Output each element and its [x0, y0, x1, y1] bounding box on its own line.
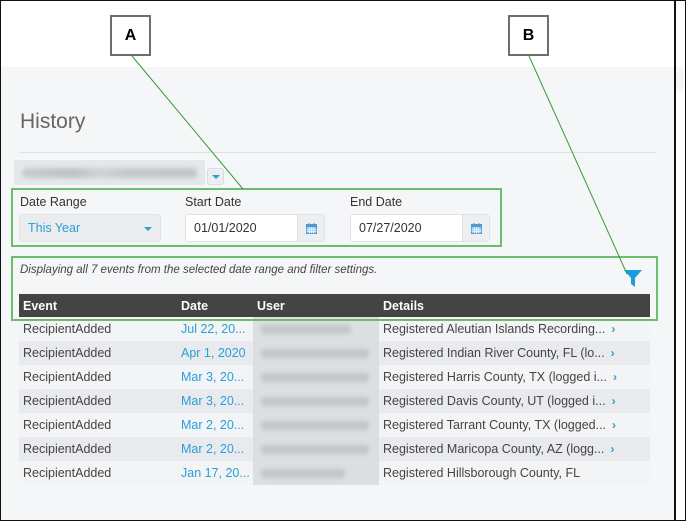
- filter-icon: [624, 270, 642, 287]
- table-row[interactable]: RecipientAdded Jul 22, 20... Registered Al…: [19, 317, 650, 341]
- calendar-icon: [305, 222, 317, 234]
- redacted-user-name: [261, 325, 351, 334]
- cell-event: RecipientAdded: [23, 418, 112, 432]
- cell-details: Registered Hillsborough County, FL: [379, 466, 650, 480]
- redacted-user-name: [261, 373, 369, 382]
- column-header-user[interactable]: User: [253, 299, 379, 313]
- table-row[interactable]: RecipientAdded Mar 2, 20... Registered Mar…: [19, 437, 650, 461]
- caret-down-icon: [144, 227, 152, 231]
- redacted-user-name: [261, 349, 369, 358]
- cell-event: RecipientAdded: [23, 322, 112, 336]
- cell-user-redacted: [253, 389, 379, 413]
- column-header-date[interactable]: Date: [177, 299, 253, 313]
- details-text: Registered Davis County, UT (logged i...: [383, 394, 606, 408]
- start-date-value: 01/01/2020: [194, 221, 257, 235]
- cell-event: RecipientAdded: [23, 370, 112, 384]
- cell-details: Registered Harris County, TX (logged i..…: [379, 370, 650, 384]
- cell-event: RecipientAdded: [23, 346, 112, 360]
- history-table: Event Date User Details RecipientAdded Ju…: [19, 294, 650, 485]
- end-date-label: End Date: [350, 195, 403, 209]
- column-header-details[interactable]: Details: [379, 299, 650, 313]
- date-range-value: This Year: [28, 221, 81, 235]
- cell-date-link[interactable]: Jan 17, 20...: [177, 466, 253, 480]
- redacted-user-name: [261, 421, 369, 430]
- chevron-right-icon[interactable]: ›: [612, 394, 616, 408]
- cell-date-link[interactable]: Mar 3, 20...: [177, 370, 253, 384]
- frame-border-right: [674, 0, 676, 521]
- cell-date-link[interactable]: Mar 3, 20...: [177, 394, 253, 408]
- cell-event: RecipientAdded: [23, 394, 112, 408]
- details-text: Registered Hillsborough County, FL: [383, 466, 581, 480]
- redacted-user-name: [261, 469, 345, 478]
- cell-details: Registered Aleutian Islands Recording...…: [379, 322, 650, 336]
- chevron-right-icon[interactable]: ›: [612, 418, 616, 432]
- details-text: Registered Aleutian Islands Recording...: [383, 322, 606, 336]
- cell-event: RecipientAdded: [23, 466, 112, 480]
- table-row[interactable]: RecipientAdded Mar 3, 20... Registered Har…: [19, 365, 650, 389]
- callout-a: A: [110, 15, 151, 56]
- chevron-right-icon[interactable]: ›: [613, 370, 617, 384]
- table-row[interactable]: RecipientAdded Apr 1, 2020 Registered Indi…: [19, 341, 650, 365]
- start-date-input[interactable]: 01/01/2020: [185, 214, 325, 242]
- date-range-select[interactable]: This Year: [19, 214, 161, 242]
- cell-event: RecipientAdded: [23, 442, 112, 456]
- date-range-label: Date Range: [20, 195, 87, 209]
- cell-user-redacted: [253, 461, 379, 485]
- cell-user-redacted: [253, 437, 379, 461]
- cell-user-redacted: [253, 341, 379, 365]
- table-row[interactable]: RecipientAdded Jan 17, 20... Registered Hi…: [19, 461, 650, 485]
- callout-b-label: B: [522, 26, 535, 44]
- cell-user-redacted: [253, 413, 379, 437]
- filter-button[interactable]: [622, 267, 644, 289]
- cell-date-link[interactable]: Jul 22, 20...: [177, 322, 253, 336]
- cell-details: Registered Maricopa County, AZ (logg... ›: [379, 442, 650, 456]
- page-title: History: [20, 110, 86, 133]
- caret-down-icon: [211, 174, 220, 179]
- cell-user-redacted: [253, 317, 379, 341]
- chevron-right-icon[interactable]: ›: [611, 346, 615, 360]
- table-row[interactable]: RecipientAdded Mar 2, 20... Registered Tar…: [19, 413, 650, 437]
- table-body: RecipientAdded Jul 22, 20... Registered Al…: [19, 317, 650, 485]
- cell-date-link[interactable]: Mar 2, 20...: [177, 442, 253, 456]
- start-date-label: Start Date: [185, 195, 242, 209]
- account-selector-toggle[interactable]: [207, 168, 224, 185]
- title-divider: [19, 152, 656, 153]
- cell-date-link[interactable]: Apr 1, 2020: [177, 346, 253, 360]
- details-text: Registered Maricopa County, AZ (logg...: [383, 442, 605, 456]
- end-date-calendar-button[interactable]: [462, 215, 489, 241]
- details-text: Registered Tarrant County, TX (logged...: [383, 418, 607, 432]
- cell-date-link[interactable]: Mar 2, 20...: [177, 418, 253, 432]
- callout-b: B: [508, 15, 549, 56]
- details-text: Registered Harris County, TX (logged i..…: [383, 370, 607, 384]
- redacted-user-name: [261, 397, 369, 406]
- cell-details: Registered Indian River County, FL (lo..…: [379, 346, 650, 360]
- details-text: Registered Indian River County, FL (lo..…: [383, 346, 605, 360]
- chevron-right-icon[interactable]: ›: [611, 322, 615, 336]
- account-selector-redacted-value: [22, 168, 197, 178]
- start-date-calendar-button[interactable]: [297, 215, 324, 241]
- cell-details: Registered Davis County, UT (logged i...…: [379, 394, 650, 408]
- cell-user-redacted: [253, 365, 379, 389]
- callout-a-label: A: [124, 26, 137, 44]
- end-date-value: 07/27/2020: [359, 221, 422, 235]
- cell-details: Registered Tarrant County, TX (logged...…: [379, 418, 650, 432]
- end-date-input[interactable]: 07/27/2020: [350, 214, 490, 242]
- results-summary: Displaying all 7 events from the selecte…: [20, 264, 378, 276]
- redacted-user-name: [261, 445, 369, 454]
- column-header-event[interactable]: Event: [19, 299, 177, 313]
- chevron-right-icon[interactable]: ›: [610, 442, 614, 456]
- table-row[interactable]: RecipientAdded Mar 3, 20... Registered Dav…: [19, 389, 650, 413]
- calendar-icon: [470, 222, 482, 234]
- account-selector[interactable]: [14, 160, 205, 185]
- table-header: Event Date User Details: [19, 294, 650, 317]
